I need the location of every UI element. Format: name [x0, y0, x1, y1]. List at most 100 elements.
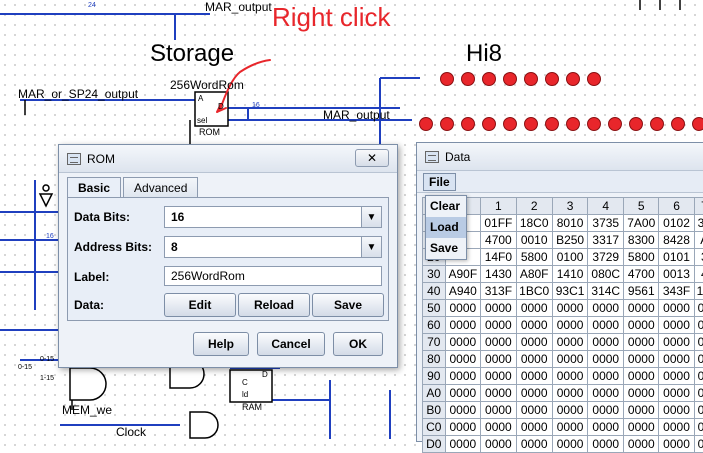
- hex-cell[interactable]: 0000: [481, 317, 516, 334]
- hex-cell[interactable]: 0000: [624, 402, 659, 419]
- hex-cell[interactable]: 0000: [516, 368, 552, 385]
- hex-cell[interactable]: 0000: [445, 317, 481, 334]
- menu-item-load[interactable]: Load: [426, 217, 466, 238]
- hex-cell[interactable]: 00: [694, 402, 703, 419]
- hex-cell[interactable]: 3729: [588, 249, 624, 266]
- rom-properties-dialog[interactable]: ROM ✕ Basic Advanced Data Bits: 16 ▼ Add…: [58, 144, 398, 368]
- hex-cell[interactable]: 0000: [588, 368, 624, 385]
- hex-cell[interactable]: 343F: [659, 283, 694, 300]
- hex-cell[interactable]: 0000: [659, 368, 694, 385]
- hex-cell[interactable]: 0000: [516, 334, 552, 351]
- hex-cell[interactable]: 0000: [588, 385, 624, 402]
- hex-cell[interactable]: 0000: [552, 419, 588, 436]
- tab-basic[interactable]: Basic: [67, 177, 121, 197]
- hex-cell[interactable]: 0000: [481, 334, 516, 351]
- hex-cell[interactable]: 0000: [516, 436, 552, 453]
- hex-cell[interactable]: 8428: [659, 232, 694, 249]
- hex-cell[interactable]: 0000: [481, 385, 516, 402]
- data-window-titlebar[interactable]: Data: [417, 143, 703, 171]
- hex-cell[interactable]: 0000: [516, 402, 552, 419]
- hex-cell[interactable]: 0000: [659, 419, 694, 436]
- hex-cell[interactable]: 8010: [552, 215, 588, 232]
- close-button[interactable]: ✕: [355, 149, 389, 167]
- hex-cell[interactable]: 0000: [481, 419, 516, 436]
- hex-cell[interactable]: 1C: [694, 283, 703, 300]
- hex-cell[interactable]: 0000: [516, 317, 552, 334]
- hex-cell[interactable]: 0000: [552, 300, 588, 317]
- hex-cell[interactable]: 0000: [516, 300, 552, 317]
- hex-cell[interactable]: 0102: [659, 215, 694, 232]
- hex-cell[interactable]: B250: [552, 232, 588, 249]
- hex-cell[interactable]: 7A00: [624, 215, 659, 232]
- reload-button[interactable]: Reload: [238, 293, 310, 317]
- hex-cell[interactable]: 0000: [588, 402, 624, 419]
- hex-cell[interactable]: 0000: [516, 385, 552, 402]
- hex-cell[interactable]: 0000: [481, 300, 516, 317]
- hex-cell[interactable]: 0000: [481, 402, 516, 419]
- chevron-down-icon[interactable]: ▼: [361, 207, 381, 227]
- rom-dialog-titlebar[interactable]: ROM: [59, 145, 397, 173]
- hex-cell[interactable]: 080C: [588, 266, 624, 283]
- hex-cell[interactable]: 0000: [659, 334, 694, 351]
- hex-cell[interactable]: 14F0: [481, 249, 516, 266]
- hex-cell[interactable]: 8300: [624, 232, 659, 249]
- hex-cell[interactable]: 0000: [445, 300, 481, 317]
- hex-cell[interactable]: 0000: [445, 334, 481, 351]
- hex-cell[interactable]: 01FF: [481, 215, 516, 232]
- hex-cell[interactable]: 0000: [588, 334, 624, 351]
- hex-cell[interactable]: 0000: [624, 351, 659, 368]
- hex-cell[interactable]: 00: [694, 351, 703, 368]
- hex-cell[interactable]: 0000: [552, 351, 588, 368]
- hex-cell[interactable]: 00: [694, 419, 703, 436]
- hex-cell[interactable]: 0101: [659, 249, 694, 266]
- hex-cell[interactable]: 4700: [624, 266, 659, 283]
- hex-cell[interactable]: 0000: [588, 436, 624, 453]
- hex-cell[interactable]: 0000: [552, 402, 588, 419]
- hex-cell[interactable]: 00: [694, 385, 703, 402]
- hex-cell[interactable]: 0000: [445, 368, 481, 385]
- hex-cell[interactable]: 0000: [481, 436, 516, 453]
- hex-cell[interactable]: 0000: [552, 317, 588, 334]
- hex-cell[interactable]: 0010: [516, 232, 552, 249]
- hex-cell[interactable]: A80F: [516, 266, 552, 283]
- hex-cell[interactable]: 0000: [624, 385, 659, 402]
- hex-cell[interactable]: 0000: [588, 317, 624, 334]
- hex-cell[interactable]: 0000: [624, 334, 659, 351]
- hex-cell[interactable]: 0000: [445, 436, 481, 453]
- hex-cell[interactable]: 0000: [552, 436, 588, 453]
- hex-cell[interactable]: 0100: [552, 249, 588, 266]
- hex-cell[interactable]: 0000: [516, 419, 552, 436]
- hex-cell[interactable]: 0000: [624, 436, 659, 453]
- hex-cell[interactable]: 93C1: [552, 283, 588, 300]
- hex-cell[interactable]: 0000: [588, 300, 624, 317]
- menu-item-save[interactable]: Save: [426, 238, 466, 259]
- hex-cell[interactable]: 37: [694, 215, 703, 232]
- hex-cell[interactable]: 3317: [588, 232, 624, 249]
- hex-cell[interactable]: 313F: [481, 283, 516, 300]
- menu-item-clear[interactable]: Clear: [426, 196, 466, 217]
- hex-cell[interactable]: 3: [694, 249, 703, 266]
- hex-cell[interactable]: 0000: [552, 334, 588, 351]
- chevron-down-icon[interactable]: ▼: [361, 237, 381, 257]
- hex-cell[interactable]: 0000: [624, 300, 659, 317]
- hex-cell[interactable]: 18C0: [516, 215, 552, 232]
- hex-cell[interactable]: 0000: [481, 351, 516, 368]
- hex-cell[interactable]: 3735: [588, 215, 624, 232]
- hex-cell[interactable]: 0000: [588, 419, 624, 436]
- ok-button[interactable]: OK: [333, 332, 383, 356]
- menu-file[interactable]: File: [423, 173, 456, 191]
- hex-cell[interactable]: 0000: [552, 368, 588, 385]
- hex-cell[interactable]: 0000: [659, 351, 694, 368]
- hex-cell[interactable]: 0000: [624, 317, 659, 334]
- hex-cell[interactable]: 0000: [624, 368, 659, 385]
- hex-cell[interactable]: 00: [694, 334, 703, 351]
- hex-cell[interactable]: 9561: [624, 283, 659, 300]
- hex-cell[interactable]: 0013: [659, 266, 694, 283]
- hex-cell[interactable]: 5800: [516, 249, 552, 266]
- hex-cell[interactable]: 0000: [588, 351, 624, 368]
- hex-cell[interactable]: 1410: [552, 266, 588, 283]
- address-bits-select[interactable]: 8 ▼: [164, 236, 382, 258]
- hex-cell[interactable]: 0000: [659, 300, 694, 317]
- hex-cell[interactable]: A90F: [445, 266, 481, 283]
- data-editor-window[interactable]: Data File 0 1 2 3 4 5 6 7 0001FF18C08010…: [416, 142, 703, 442]
